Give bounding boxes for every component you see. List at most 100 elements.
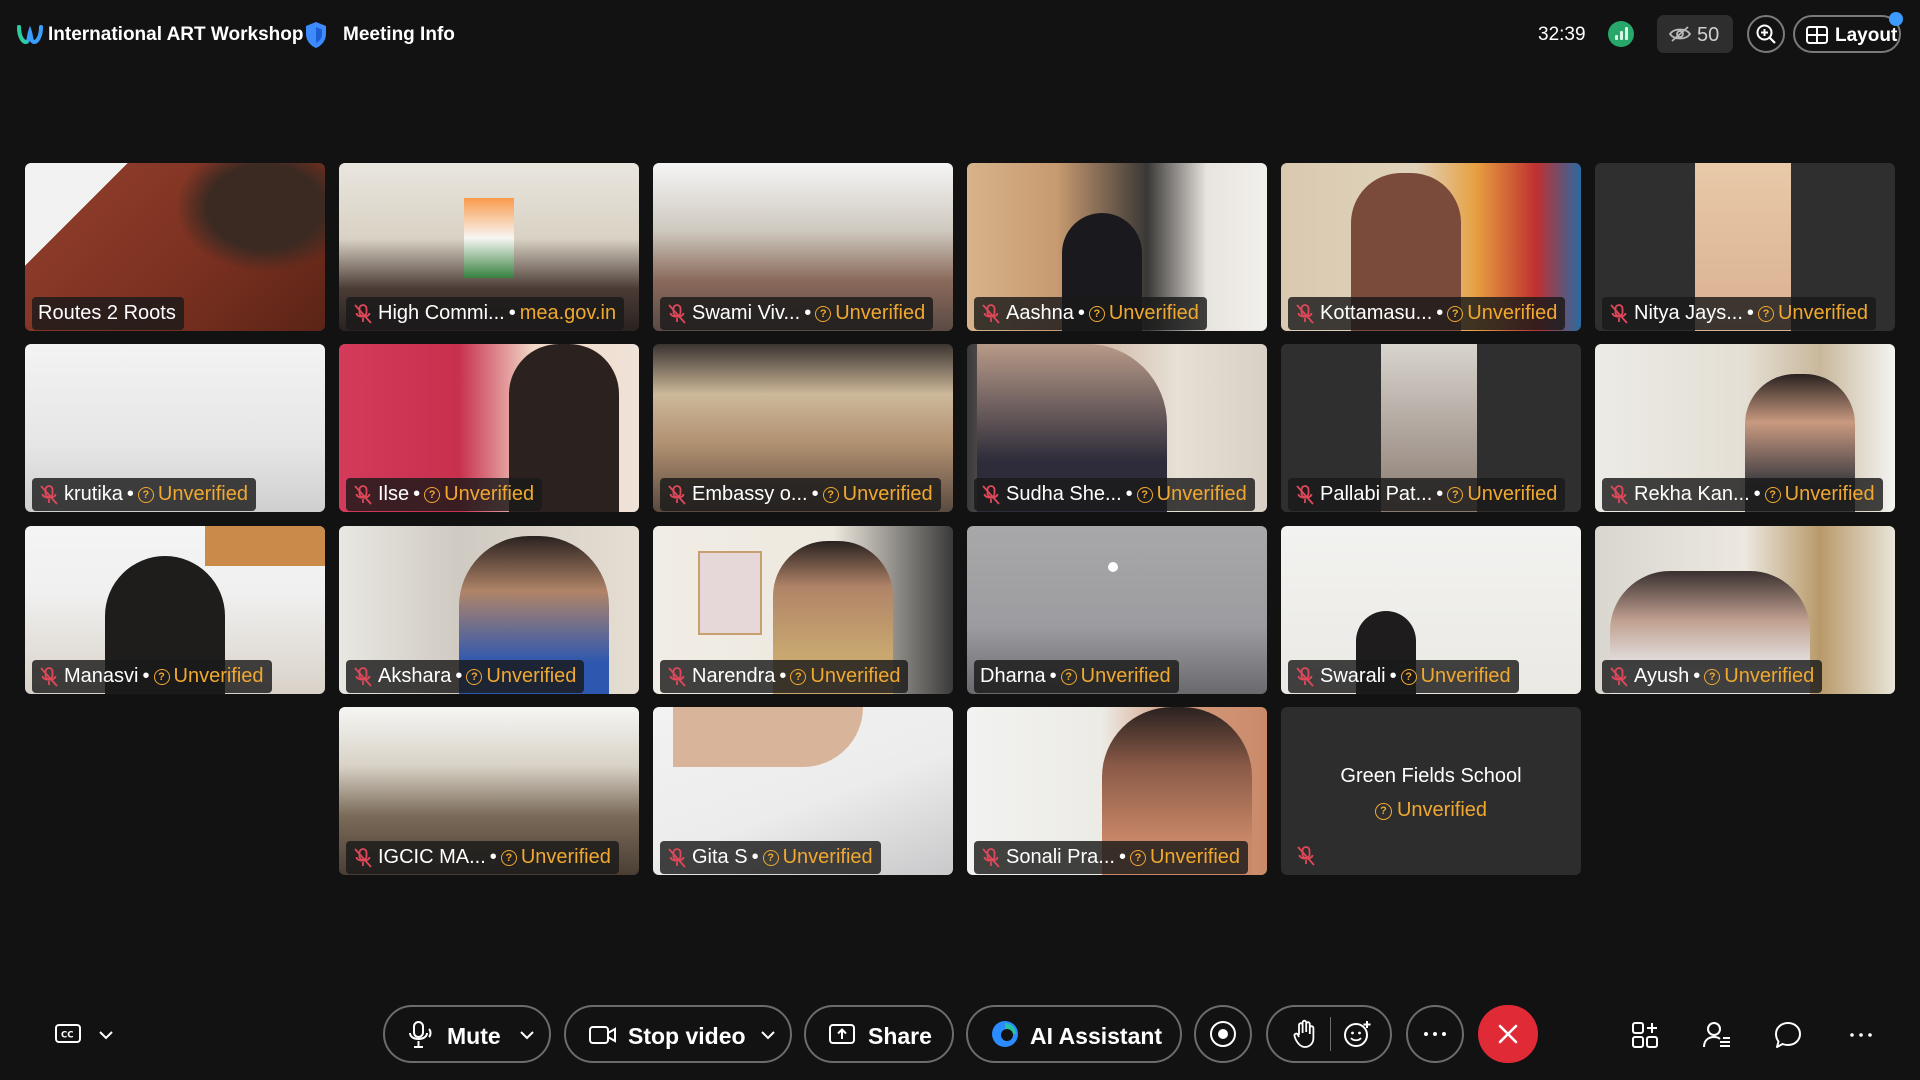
participant-tile[interactable]: Kottamasu... • ? Unverified [1281,163,1581,331]
layout-button[interactable]: Layout [1793,15,1901,53]
mic-muted-icon [1610,666,1628,687]
mic-muted-icon [1610,303,1628,324]
participant-status: Unverified [1156,483,1247,505]
raise-hand-icon[interactable] [1292,1019,1318,1049]
participant-tile[interactable]: High Commi... • mea.gov.in [339,163,639,331]
hidden-participants-count: 50 [1697,24,1720,46]
participant-name: Ilse [378,483,410,505]
mic-muted-icon [1296,484,1314,505]
unverified-icon: ? [1374,802,1392,820]
participant-status: Unverified [1108,302,1199,324]
close-icon [1498,1024,1518,1044]
participants-icon[interactable] [1702,1020,1732,1050]
participant-tile[interactable]: Dharna • ? Unverified [967,526,1267,694]
participant-tile[interactable]: Manasvi • ? Unverified [25,526,325,694]
participant-nametag: Rekha Kan... • ? Unverified [1602,478,1883,511]
participant-nametag: Sudha She... • ? Unverified [974,478,1255,511]
participant-status: Unverified [1724,665,1815,687]
ai-assistant-button-label: AI Assistant [1030,1023,1163,1049]
mic-muted-icon [354,847,372,868]
mic-muted-icon [1296,666,1314,687]
participant-tile[interactable]: Routes 2 Roots [25,163,325,331]
participant-nametag: High Commi... • mea.gov.in [346,297,625,330]
participant-tile[interactable]: Rekha Kan... • ? Unverified [1595,344,1895,512]
participant-nametag: krutika • ? Unverified [32,478,256,511]
participant-tile[interactable]: Ayush • ? Unverified [1595,526,1895,694]
chevron-down-icon[interactable] [760,1030,776,1040]
participant-nametag: Sonali Pra... • ? Unverified [974,841,1249,874]
unverified-icon: ? [466,668,483,685]
participant-name: Narendra [692,665,776,687]
end-meeting-button[interactable] [1478,1005,1538,1063]
participant-tile[interactable]: Aashna • ? Unverified [967,163,1267,331]
ai-assistant-button[interactable]: AI Assistant [966,1005,1182,1063]
layout-button-label: Layout [1835,25,1898,46]
participant-tile[interactable]: Ilse • ? Unverified [339,344,639,512]
participant-name: Sudha She... [1006,483,1122,505]
more-horizontal-icon[interactable] [1846,1020,1876,1050]
shield-icon[interactable] [304,21,328,49]
participant-name: Sonali Pra... [1006,846,1115,868]
participant-name: Swami Viv... [692,302,801,324]
share-screen-icon [829,1024,855,1044]
apps-icon[interactable] [1630,1020,1660,1050]
participant-name: High Commi... [378,302,505,324]
unverified-icon: ? [1400,668,1417,685]
unverified-icon: ? [137,486,154,503]
network-signal-icon[interactable] [1608,21,1634,47]
participant-tile[interactable]: Narendra • ? Unverified [653,526,953,694]
participant-tile[interactable]: Green Fields School ? Unverified [1281,707,1581,875]
unverified-icon: ? [500,849,517,866]
participant-name: krutika [64,483,123,505]
participant-nametag: Kottamasu... • ? Unverified [1288,297,1566,330]
participant-name: Embassy o... [692,483,808,505]
closed-captions-icon: CC [55,1024,81,1043]
participant-tile[interactable]: Sudha She... • ? Unverified [967,344,1267,512]
unverified-icon: ? [424,486,441,503]
reactions-group [1266,1005,1392,1063]
hidden-participants-button[interactable]: 50 [1657,15,1733,53]
participant-nametag: Akshara • ? Unverified [346,660,585,693]
unverified-icon: ? [815,305,832,322]
unverified-icon: ? [1060,668,1077,685]
participant-tile[interactable]: Swarali • ? Unverified [1281,526,1581,694]
participant-tile[interactable]: krutika • ? Unverified [25,344,325,512]
participant-tile[interactable]: Embassy o... • ? Unverified [653,344,953,512]
mic-muted-icon [982,484,1000,505]
more-options-button[interactable] [1406,1005,1464,1063]
participant-tile[interactable]: Gita S • ? Unverified [653,707,953,875]
mic-muted-icon [354,303,372,324]
participant-tile[interactable]: Swami Viv... • ? Unverified [653,163,953,331]
participant-name: Gita S [692,846,748,868]
meeting-timer: 32:39 [1538,24,1586,45]
unverified-icon: ? [1757,305,1774,322]
chat-icon[interactable] [1773,1020,1803,1050]
captions-button[interactable]: CC [54,1020,124,1050]
meeting-info-link[interactable]: Meeting Info [343,24,455,46]
participant-nametag: Embassy o... • ? Unverified [660,478,941,511]
participant-tile[interactable]: Akshara • ? Unverified [339,526,639,694]
participant-nametag: IGCIC MA... • ? Unverified [346,841,619,874]
participant-tile[interactable]: Sonali Pra... • ? Unverified [967,707,1267,875]
participant-status: Unverified [1420,665,1511,687]
record-icon [1210,1021,1236,1047]
chevron-down-icon[interactable] [519,1030,535,1040]
unverified-icon: ? [153,668,170,685]
participant-tile[interactable]: Nitya Jays... • ? Unverified [1595,163,1895,331]
participant-status: Unverified [520,846,611,868]
stop-video-button[interactable]: Stop video [564,1005,792,1063]
unverified-icon: ? [1136,486,1153,503]
participant-nametag: Swarali • ? Unverified [1288,660,1519,693]
share-button[interactable]: Share [804,1005,954,1063]
participant-tile[interactable]: Pallabi Pat... • ? Unverified [1281,344,1581,512]
participant-tile[interactable]: IGCIC MA... • ? Unverified [339,707,639,875]
participant-name: Pallabi Pat... [1320,483,1433,505]
emoji-reactions-icon[interactable] [1343,1019,1373,1049]
mute-button[interactable]: Mute [383,1005,551,1063]
unverified-icon: ? [1704,668,1721,685]
record-button[interactable] [1194,1005,1252,1063]
zoom-button[interactable] [1747,15,1785,53]
participant-name: Nitya Jays... [1634,302,1743,324]
mic-muted-icon [354,484,372,505]
participant-status: Unverified [1777,302,1868,324]
